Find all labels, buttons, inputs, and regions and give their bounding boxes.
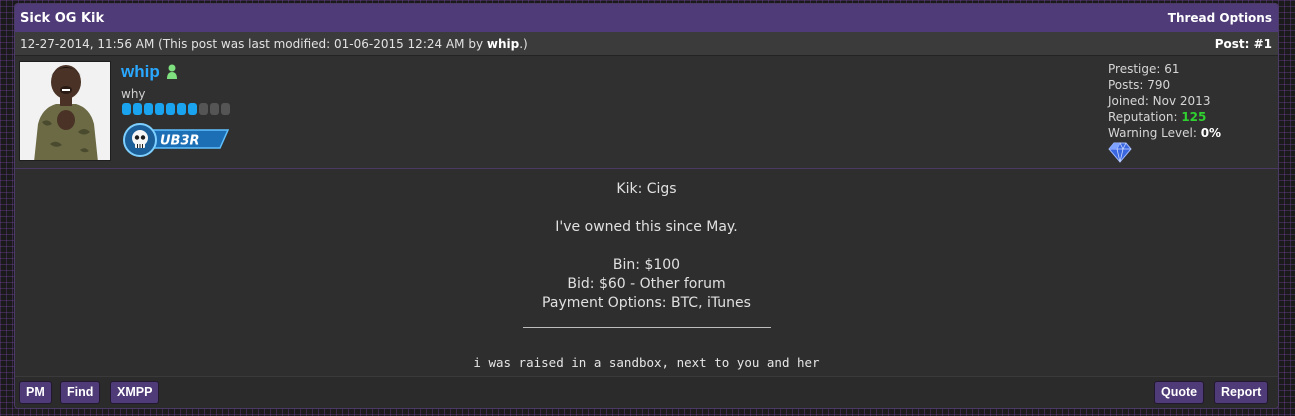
avatar[interactable] xyxy=(19,61,111,161)
stat-reputation: Reputation: 125 xyxy=(1108,109,1221,125)
post-controls: PM Find XMPP Quote Report xyxy=(15,376,1278,408)
star-filled-icon xyxy=(188,103,197,115)
post-line: Bin: $100 xyxy=(612,257,681,273)
post-meta-bar: 12-27-2014, 11:56 AM (This post was last… xyxy=(15,32,1278,56)
post-modified-suffix: .) xyxy=(519,36,528,51)
star-empty-icon xyxy=(199,103,208,115)
signature: i was raised in a sandbox, next to you a… xyxy=(473,355,820,370)
stat-prestige: Prestige: 61 xyxy=(1108,62,1180,76)
stat-posts: Posts: 790 xyxy=(1108,78,1171,92)
post-modified-prefix: (This post was last modified: 01-06-2015… xyxy=(158,36,484,51)
group-badge: UB3R xyxy=(122,122,232,158)
post-body: Kik: Cigs I've owned this since May. Bin… xyxy=(15,169,1278,376)
thread-options-link[interactable]: Thread Options xyxy=(1168,11,1272,25)
post-line: I've owned this since May. xyxy=(555,219,738,235)
user-title: why xyxy=(121,87,146,101)
username-block: whip xyxy=(121,62,178,82)
post-line: Payment Options: BTC, iTunes xyxy=(542,295,751,311)
post-author: whip why UB3R Prestige: 61 Posts: 790 Jo… xyxy=(15,56,1278,169)
group-badge-label: UB3R xyxy=(160,134,200,149)
thread-header: Sick OG Kik Thread Options xyxy=(15,4,1278,32)
star-filled-icon xyxy=(133,103,142,115)
diamond-icon xyxy=(1108,141,1132,163)
post-line: Kik: Cigs xyxy=(616,181,677,197)
warning-value[interactable]: 0% xyxy=(1201,126,1221,140)
star-filled-icon xyxy=(144,103,153,115)
reputation-label: Reputation: xyxy=(1108,110,1178,124)
post-line: Bid: $60 - Other forum xyxy=(567,276,726,292)
post-number-link[interactable]: Post: #1 xyxy=(1215,37,1272,51)
user-online-icon xyxy=(166,64,178,80)
star-filled-icon xyxy=(166,103,175,115)
xmpp-button[interactable]: XMPP xyxy=(110,381,160,404)
post-date-info: 12-27-2014, 11:56 AM (This post was last… xyxy=(20,37,528,51)
star-filled-icon xyxy=(177,103,186,115)
reputation-value[interactable]: 125 xyxy=(1181,110,1206,124)
thread-title: Sick OG Kik xyxy=(20,10,105,26)
pm-button[interactable]: PM xyxy=(19,381,52,404)
user-stats: Prestige: 61 Posts: 790 Joined: Nov 2013… xyxy=(1108,61,1221,141)
thread-container: Sick OG Kik Thread Options 12-27-2014, 1… xyxy=(14,3,1279,409)
stat-joined: Joined: Nov 2013 xyxy=(1108,94,1211,108)
username-link[interactable]: whip xyxy=(121,62,160,82)
star-filled-icon xyxy=(155,103,164,115)
stat-warning: Warning Level: 0% xyxy=(1108,125,1221,141)
report-button[interactable]: Report xyxy=(1214,381,1269,404)
quote-button[interactable]: Quote xyxy=(1154,381,1205,404)
warning-label: Warning Level: xyxy=(1108,126,1197,140)
signature-divider xyxy=(522,327,771,328)
find-button[interactable]: Find xyxy=(60,381,101,404)
user-stars xyxy=(122,103,230,115)
avatar-image xyxy=(20,62,110,160)
star-filled-icon xyxy=(122,103,131,115)
post-date: 12-27-2014, 11:56 AM xyxy=(20,36,155,51)
post-modified-by[interactable]: whip xyxy=(487,37,519,51)
star-empty-icon xyxy=(221,103,230,115)
star-empty-icon xyxy=(210,103,219,115)
